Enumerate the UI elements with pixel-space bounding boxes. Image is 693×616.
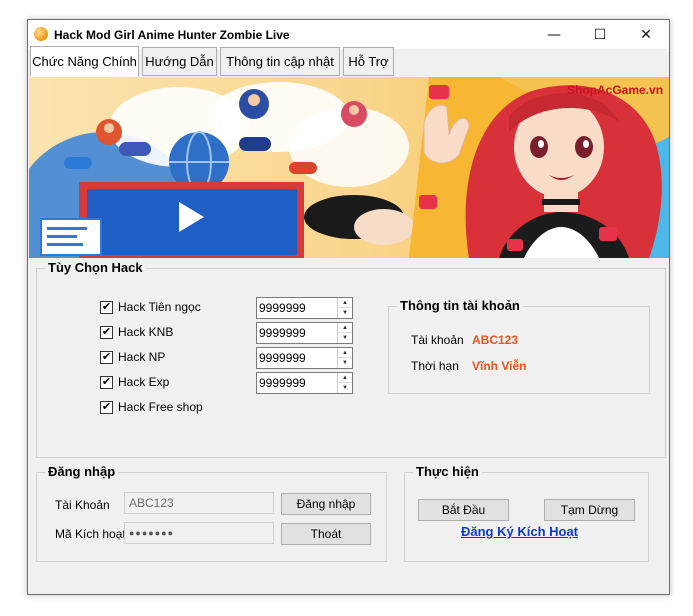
hack-np-checkbox[interactable]: ✔ [100, 350, 113, 364]
close-button[interactable]: ✕ [623, 20, 669, 49]
account-info-account-label: Tài khoản [411, 333, 464, 347]
tab-main-functions[interactable]: Chức Năng Chính [30, 46, 139, 77]
hack-np-row[interactable]: ✔ Hack NP [100, 349, 165, 365]
banner-image: ShopAcGame.vn [29, 77, 669, 258]
exp-value-input[interactable] [257, 373, 337, 393]
hack-exp-label: Hack Exp [118, 375, 170, 389]
login-account-label: Tài Khoản [55, 498, 110, 512]
tien-ngoc-stepper[interactable]: ▲▼ [256, 297, 353, 319]
hack-tien-ngoc-row[interactable]: ✔ Hack Tiên ngọc [100, 299, 201, 315]
np-value-input[interactable] [257, 348, 337, 368]
banner-illustration: ShopAcGame.vn [29, 77, 669, 258]
hack-exp-row[interactable]: ✔ Hack Exp [100, 374, 169, 390]
hack-free-shop-row[interactable]: ✔ Hack Free shop [100, 399, 203, 415]
account-info-account-value: ABC123 [472, 333, 519, 347]
knb-value-input[interactable] [257, 323, 337, 343]
hack-knb-checkbox[interactable]: ✔ [100, 325, 113, 339]
hack-free-shop-label: Hack Free shop [118, 400, 203, 414]
stepper-up-icon[interactable]: ▲ [338, 323, 352, 333]
pause-button[interactable]: Tạm Dừng [544, 499, 635, 521]
window-title: Hack Mod Girl Anime Hunter Zombie Live [54, 28, 290, 42]
execute-title: Thực hiện [413, 464, 482, 479]
minimize-button[interactable]: — [531, 20, 577, 49]
login-account-input[interactable]: ABC123 [124, 492, 274, 514]
account-info-group: Thông tin tài khoản Tài khoản ABC123 Thờ… [388, 298, 650, 394]
stepper-up-icon[interactable]: ▲ [338, 348, 352, 358]
knb-stepper[interactable]: ▲▼ [256, 322, 353, 344]
tien-ngoc-value-input[interactable] [257, 298, 337, 318]
hack-np-label: Hack NP [118, 350, 166, 364]
tab-support[interactable]: Hỗ Trợ [343, 47, 394, 76]
register-activation-link[interactable]: Đăng Ký Kích Hoạt [461, 524, 578, 539]
login-button[interactable]: Đăng nhập [281, 493, 371, 515]
hack-tien-ngoc-label: Hack Tiên ngọc [118, 300, 201, 314]
exit-button[interactable]: Thoát [281, 523, 371, 545]
account-info-duration-label: Thời hạn [411, 359, 459, 373]
stepper-up-icon[interactable]: ▲ [338, 373, 352, 383]
stepper-down-icon[interactable]: ▼ [338, 333, 352, 343]
hack-tien-ngoc-checkbox[interactable]: ✔ [100, 300, 113, 314]
login-title: Đăng nhập [45, 464, 119, 479]
app-window: Hack Mod Girl Anime Hunter Zombie Live —… [27, 19, 670, 595]
exp-stepper[interactable]: ▲▼ [256, 372, 353, 394]
activation-code-input[interactable]: ●●●●●●● [124, 522, 274, 544]
maximize-button[interactable]: ☐ [577, 20, 623, 49]
banner-watermark: ShopAcGame.vn [567, 83, 663, 97]
hack-options-title: Tùy Chọn Hack [45, 260, 146, 275]
start-button[interactable]: Bắt Đầu [418, 499, 509, 521]
stepper-up-icon[interactable]: ▲ [338, 298, 352, 308]
hack-exp-checkbox[interactable]: ✔ [100, 375, 113, 389]
stepper-down-icon[interactable]: ▼ [338, 308, 352, 318]
stepper-down-icon[interactable]: ▼ [338, 383, 352, 393]
account-info-title: Thông tin tài khoản [397, 298, 523, 313]
hack-knb-label: Hack KNB [118, 325, 174, 339]
np-stepper[interactable]: ▲▼ [256, 347, 353, 369]
app-icon [34, 27, 48, 41]
tab-guide[interactable]: Hướng Dẫn [142, 47, 217, 76]
hack-free-shop-checkbox[interactable]: ✔ [100, 400, 113, 414]
hack-options-group: Tùy Chọn Hack ✔ Hack Tiên ngọc ✔ Hack KN… [36, 260, 666, 458]
login-group: Đăng nhập Tài Khoản ABC123 Đăng nhập Mã … [36, 464, 387, 562]
login-code-label: Mã Kích hoạt [55, 527, 126, 541]
stepper-down-icon[interactable]: ▼ [338, 358, 352, 368]
tab-update-info[interactable]: Thông tin cập nhật [220, 47, 340, 76]
execute-group: Thực hiện Bắt Đầu Tạm Dừng Đăng Ký Kích … [404, 464, 649, 562]
account-info-duration-value: Vĩnh Viễn [472, 359, 527, 373]
title-bar[interactable]: Hack Mod Girl Anime Hunter Zombie Live —… [28, 20, 669, 49]
hack-knb-row[interactable]: ✔ Hack KNB [100, 324, 173, 340]
